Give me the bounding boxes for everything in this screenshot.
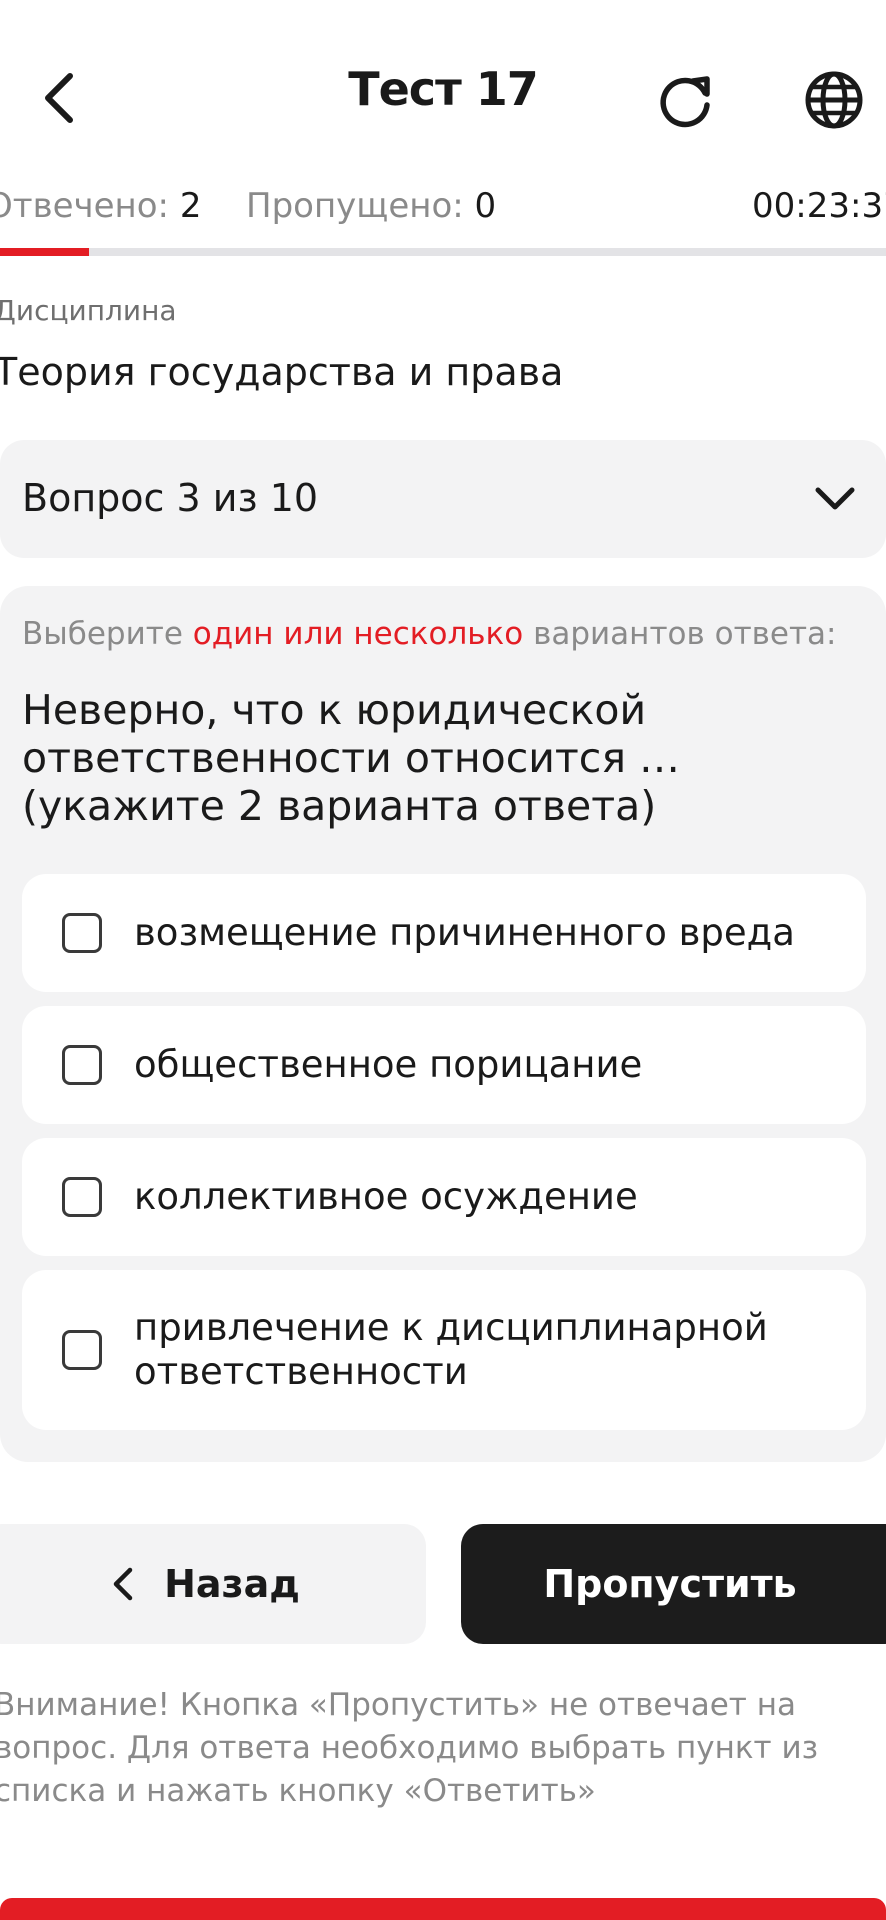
answer-option[interactable]: коллективное осуждение [22, 1138, 866, 1256]
option-checkbox[interactable] [62, 1177, 102, 1217]
skipped-count: Пропущено: 0 [246, 186, 496, 226]
option-checkbox[interactable] [62, 913, 102, 953]
answer-option[interactable]: возмещение причиненного вреда [22, 874, 866, 992]
globe-icon [805, 71, 863, 129]
instruction-prefix: Выберите [22, 616, 183, 652]
progress-bar [0, 248, 886, 256]
answer-instruction: Выберите один или несколько вариантов от… [22, 616, 836, 652]
question-selector-label: Вопрос 3 из 10 [22, 476, 319, 520]
answer-button-edge[interactable] [0, 1898, 886, 1920]
answer-option[interactable]: общественное порицание [22, 1006, 866, 1124]
instruction-suffix: вариантов ответа: [533, 616, 837, 652]
answered-label: Отвечено: [0, 186, 170, 226]
back-button[interactable]: Назад [0, 1524, 426, 1644]
chevron-down-icon [815, 487, 855, 510]
progress-bar-fill [0, 248, 89, 256]
discipline-value: Теория государства и права [0, 350, 564, 394]
skipped-label: Пропущено: [246, 186, 464, 226]
discipline-label: Дисциплина [0, 294, 177, 327]
app-header: Тест 17 [0, 0, 886, 190]
option-checkbox[interactable] [62, 1045, 102, 1085]
option-checkbox[interactable] [62, 1330, 102, 1370]
test-stats: Отвечено: 2 Пропущено: 0 00:23:37 [0, 186, 886, 236]
language-button[interactable] [796, 62, 872, 138]
instruction-accent: один или несколько [192, 616, 524, 652]
option-label: коллективное осуждение [134, 1175, 638, 1218]
chevron-left-icon [113, 1567, 133, 1601]
refresh-icon [660, 76, 710, 128]
skip-button[interactable]: Пропустить [461, 1524, 886, 1644]
refresh-button[interactable] [648, 62, 724, 138]
option-label: привлечение к дисциплинарной ответственн… [134, 1306, 768, 1393]
timer: 00:23:37 [752, 186, 886, 226]
answered-value: 2 [179, 186, 202, 226]
back-button-label: Назад [164, 1562, 300, 1606]
answered-count: Отвечено: 2 [0, 186, 201, 226]
answer-option[interactable]: привлечение к дисциплинарной ответственн… [22, 1270, 866, 1430]
skipped-value: 0 [474, 186, 497, 226]
question-card: Выберите один или несколько вариантов от… [0, 586, 886, 1462]
question-selector[interactable]: Вопрос 3 из 10 [0, 440, 886, 558]
skip-warning-note: Внимание! Кнопка «Пропустить» не отвечае… [0, 1687, 819, 1809]
question-text: Неверно, что к юридической ответственнос… [22, 686, 681, 830]
page-title: Тест 17 [348, 62, 539, 116]
option-label: возмещение причиненного вреда [134, 911, 795, 954]
skip-button-label: Пропустить [543, 1562, 797, 1606]
option-label: общественное порицание [134, 1043, 643, 1086]
